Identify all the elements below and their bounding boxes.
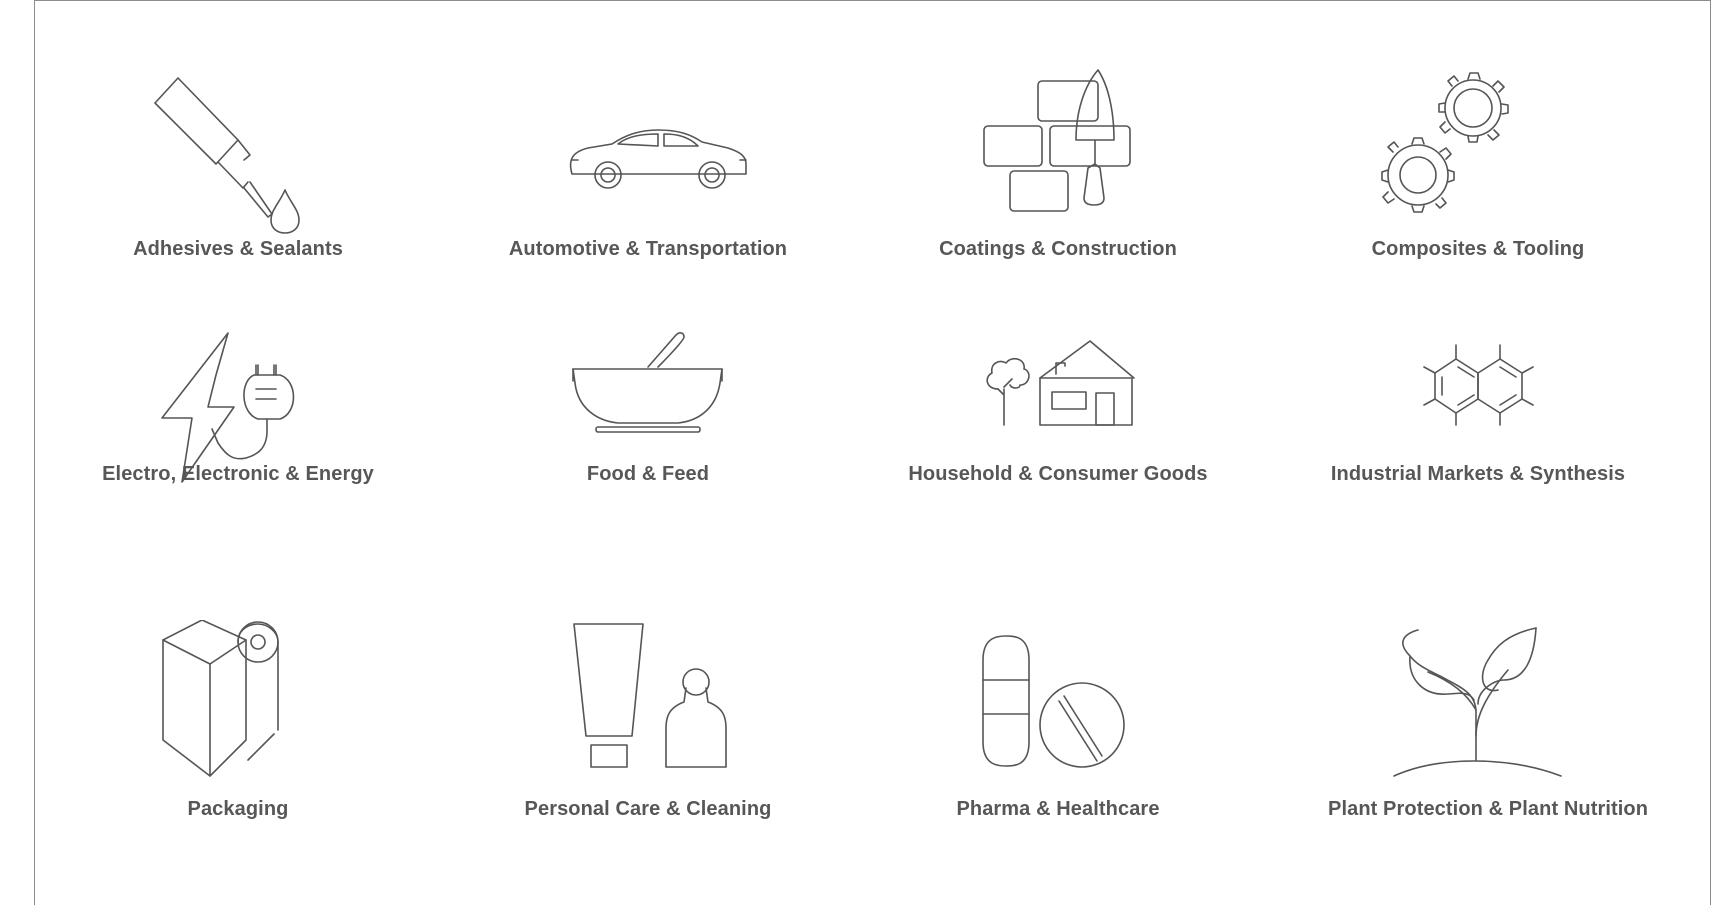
- capsule-pill-icon: [982, 635, 1125, 768]
- industry-label: Packaging: [187, 798, 289, 820]
- gears-icon: [1381, 72, 1509, 213]
- industry-label: Electro, Electronic & Energy: [102, 463, 374, 485]
- industry-personal-care-cleaning[interactable]: Personal Care & Cleaning: [478, 620, 818, 830]
- industry-adhesives-sealants[interactable]: Adhesives & Sealants: [88, 60, 388, 270]
- bricks-trowel-icon: [983, 69, 1131, 212]
- box-roll-icon: [162, 620, 279, 777]
- industry-label: Household & Consumer Goods: [908, 463, 1208, 485]
- industry-label: Coatings & Construction: [939, 238, 1177, 260]
- seedling-icon: [1393, 627, 1562, 777]
- industry-label: Adhesives & Sealants: [133, 238, 343, 260]
- industry-household-consumer-goods[interactable]: Household & Consumer Goods: [908, 325, 1208, 535]
- industry-label: Composites & Tooling: [1371, 238, 1585, 260]
- industry-pharma-healthcare[interactable]: Pharma & Healthcare: [908, 620, 1208, 830]
- glue-bottle-icon: [154, 77, 300, 234]
- industry-industrial-markets-synthesis[interactable]: Industrial Markets & Synthesis: [1328, 325, 1628, 535]
- industry-automotive-transportation[interactable]: Automotive & Transportation: [478, 60, 818, 270]
- industry-label: Automotive & Transportation: [508, 238, 788, 260]
- car-icon: [569, 129, 747, 189]
- industry-label: Personal Care & Cleaning: [524, 798, 772, 820]
- tube-bottle-icon: [573, 623, 727, 768]
- industry-packaging[interactable]: Packaging: [88, 620, 388, 830]
- industry-coatings-construction[interactable]: Coatings & Construction: [908, 60, 1208, 270]
- industry-label: Industrial Markets & Synthesis: [1330, 463, 1626, 485]
- industry-composites-tooling[interactable]: Composites & Tooling: [1328, 60, 1628, 270]
- industry-food-feed[interactable]: Food & Feed: [478, 325, 818, 535]
- industry-electro-electronic-energy[interactable]: Electro, Electronic & Energy: [88, 325, 388, 535]
- industry-label: Plant Protection & Plant Nutrition: [1328, 798, 1649, 820]
- industry-label: Food & Feed: [586, 463, 710, 485]
- industry-label: Pharma & Healthcare: [956, 798, 1160, 820]
- industry-plant-protection-nutrition[interactable]: Plant Protection & Plant Nutrition: [1328, 620, 1649, 830]
